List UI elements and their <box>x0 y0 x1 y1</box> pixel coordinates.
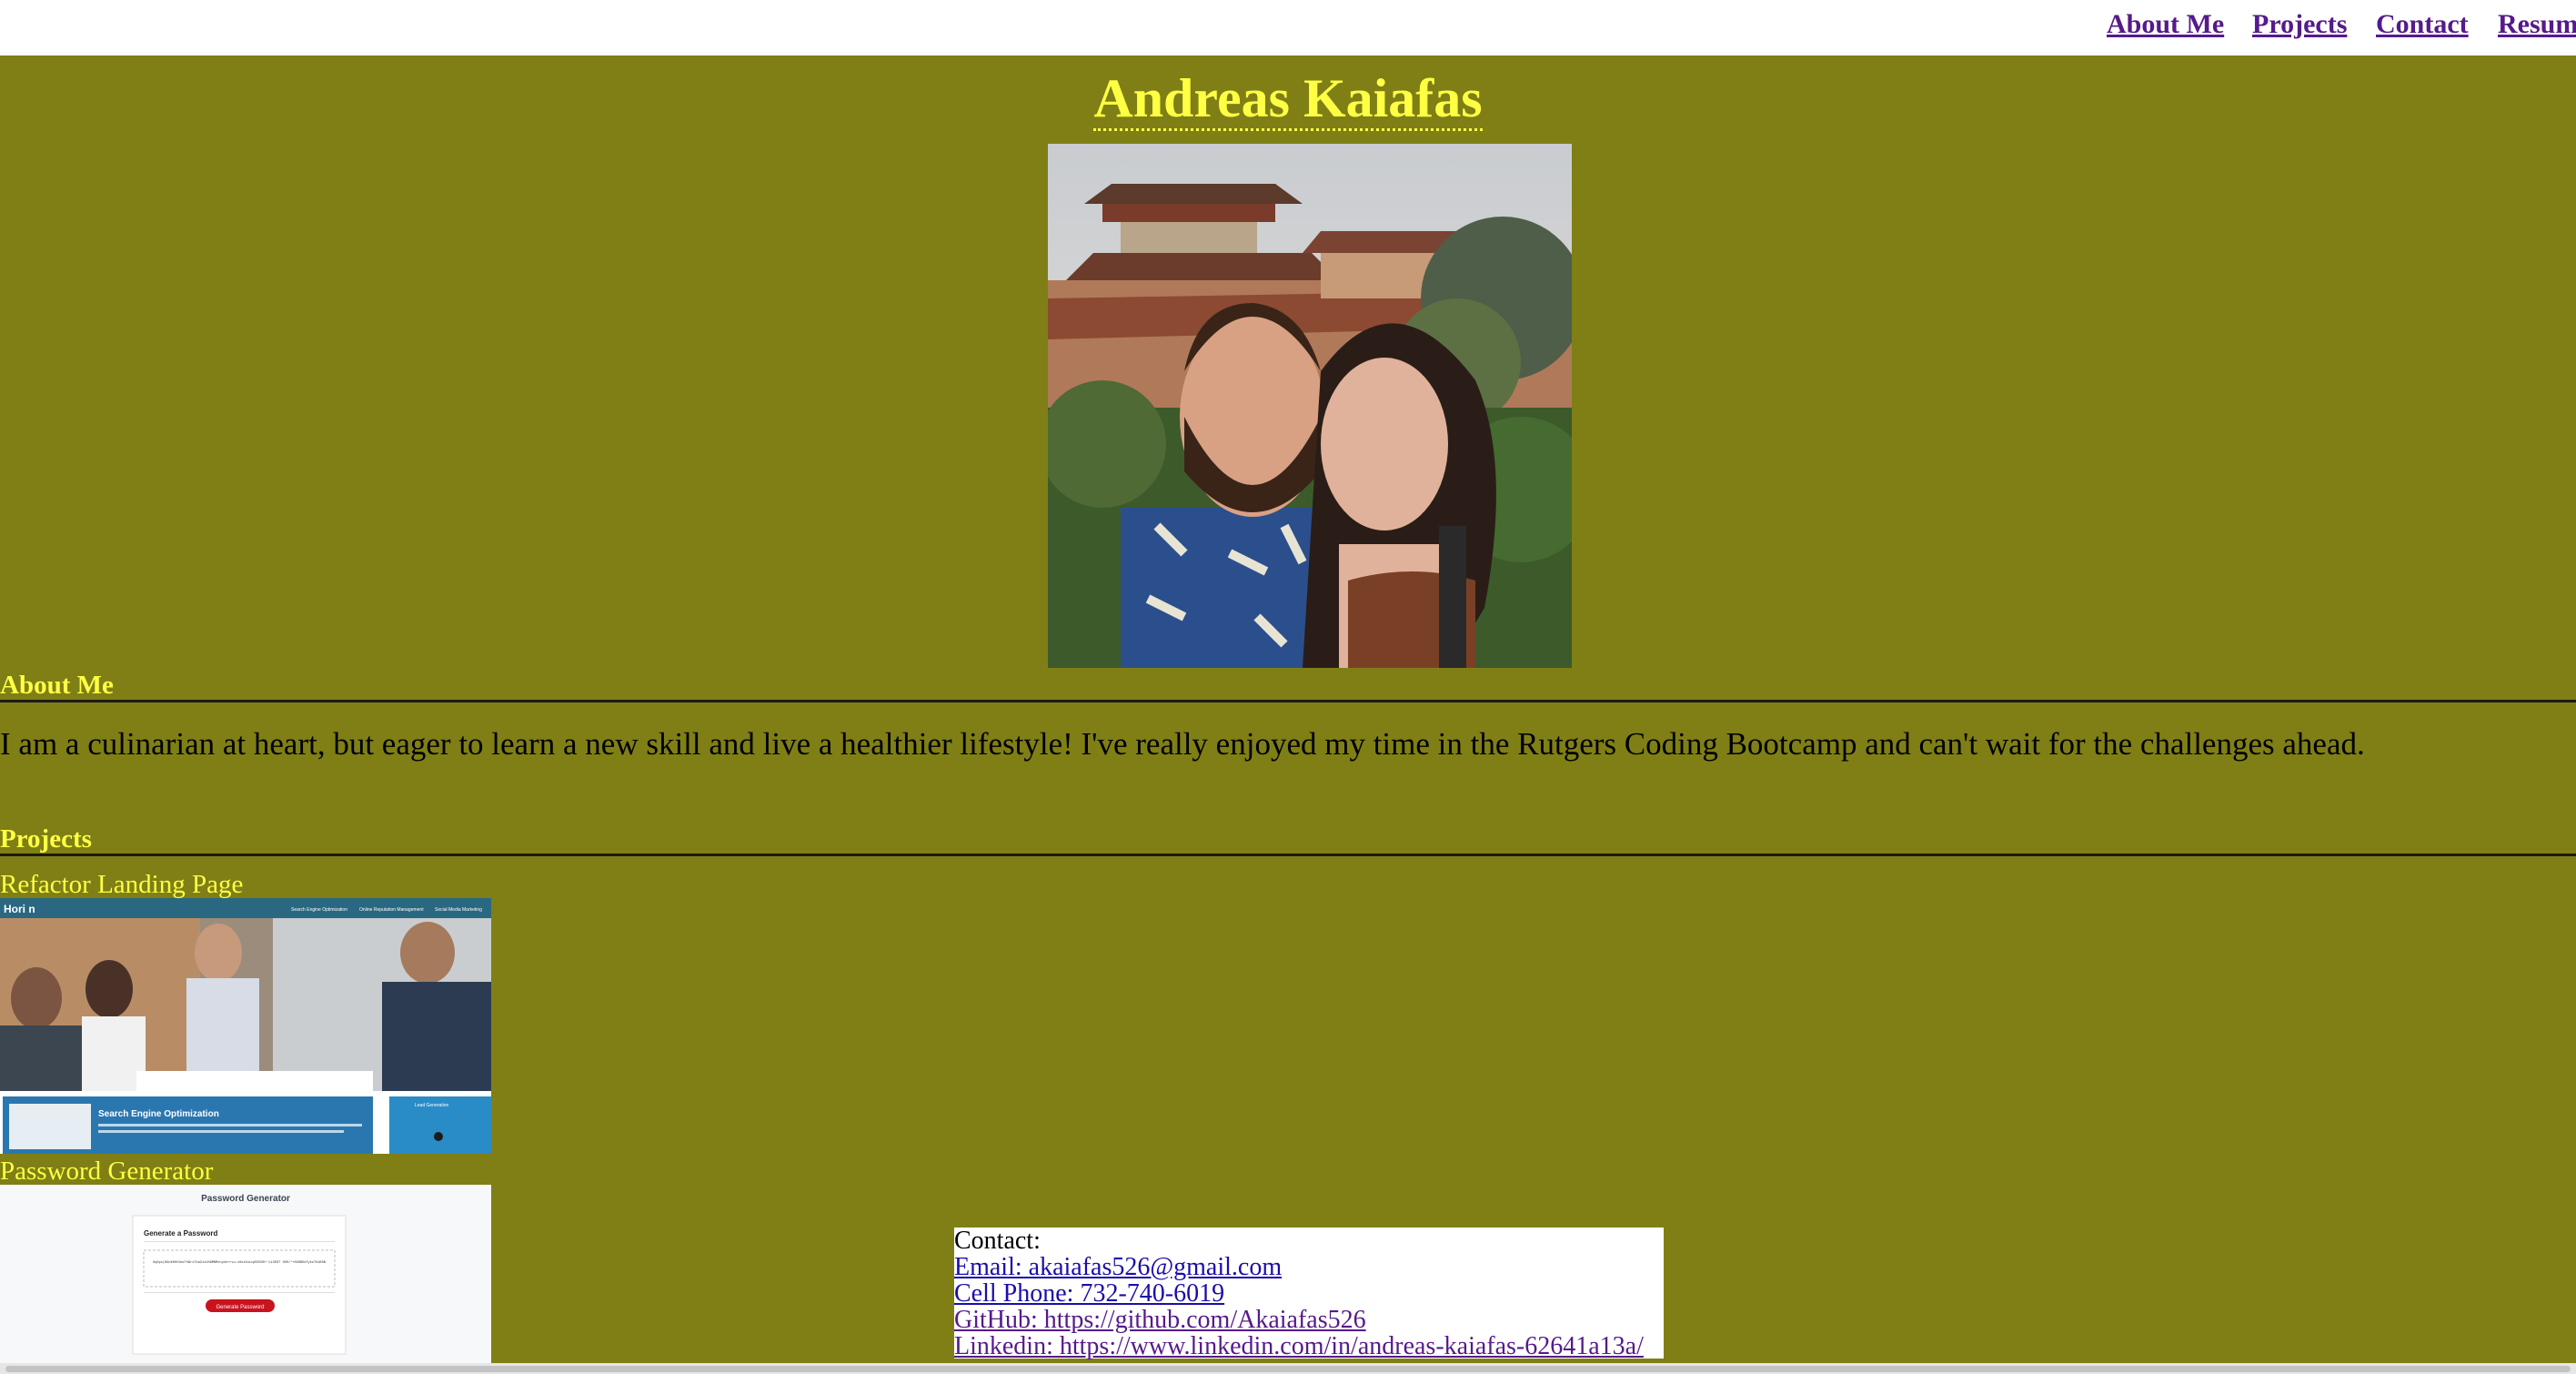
nav-link-contact[interactable]: Contact <box>2376 9 2469 40</box>
project-title-refactor[interactable]: Refactor Landing Page <box>0 869 243 900</box>
about-divider <box>0 700 2576 702</box>
svg-text:Online Reputation Management: Online Reputation Management <box>359 907 424 913</box>
svg-text:Social Media Marketing: Social Media Marketing <box>435 907 482 913</box>
nav-link-projects[interactable]: Projects <box>2252 9 2347 40</box>
contact-phone-link[interactable]: Cell Phone: 732-740-6019 <box>954 1280 1664 1307</box>
page-title: Andreas Kaiafas <box>0 62 2576 135</box>
contact-email-link[interactable]: Email: akaiafas526@gmail.com <box>954 1254 1664 1280</box>
about-me-text: I am a culinarian at heart, but eager to… <box>0 726 2365 762</box>
nav-link-about-me[interactable]: About Me <box>2107 9 2224 40</box>
nav-link-resume[interactable]: Resum <box>2498 9 2576 40</box>
svg-text:Generate a Password: Generate a Password <box>144 1229 217 1238</box>
contact-linkedin-link[interactable]: Linkedin: https://www.linkedin.com/in/an… <box>954 1333 1664 1359</box>
contact-github-link[interactable]: GitHub: https://github.com/Akaiafas526 <box>954 1307 1664 1333</box>
project-title-password-generator[interactable]: Password Generator <box>0 1156 213 1187</box>
projects-heading: Projects <box>0 824 92 854</box>
top-nav: About Me Projects Contact Resum <box>0 0 2576 56</box>
screenshot-brand: Hori n <box>4 903 35 915</box>
about-me-heading: About Me <box>0 671 114 700</box>
horizontal-scrollbar[interactable] <box>0 1363 2576 1374</box>
page-title-text: Andreas Kaiafas <box>1093 68 1483 131</box>
profile-photo <box>1048 144 1572 668</box>
svg-text:Password Generator: Password Generator <box>201 1194 290 1204</box>
profile-photo-image <box>1048 144 1572 668</box>
landing-page-screenshot: Hori n Search Engine Optimization Online… <box>0 898 491 1154</box>
project-thumbnail-password-generator[interactable]: Password Generator Generate a Password 8… <box>0 1185 491 1363</box>
projects-divider <box>0 854 2576 856</box>
svg-text:Lead Generation: Lead Generation <box>415 1103 448 1108</box>
svg-text:8q8ps(89nX8Ht5mxTh$rsTkaZixUh6: 8q8ps(89nX8Ht5mxTh$rsTkaZixUh6MNMtnpoh+r… <box>153 1260 327 1265</box>
svg-text:Search Engine Optimization: Search Engine Optimization <box>98 1109 219 1119</box>
contact-heading: Contact: <box>954 1227 1041 1255</box>
scrollbar-thumb[interactable] <box>5 1366 2571 1372</box>
svg-text:Search Engine Optimization: Search Engine Optimization <box>291 907 347 913</box>
project-thumbnail-refactor[interactable]: Hori n Search Engine Optimization Online… <box>0 898 491 1154</box>
contact-box: Contact: Email: akaiafas526@gmail.com Ce… <box>954 1228 1664 1359</box>
svg-text:Generate Password: Generate Password <box>216 1305 264 1310</box>
password-generator-screenshot: Password Generator Generate a Password 8… <box>0 1185 491 1363</box>
